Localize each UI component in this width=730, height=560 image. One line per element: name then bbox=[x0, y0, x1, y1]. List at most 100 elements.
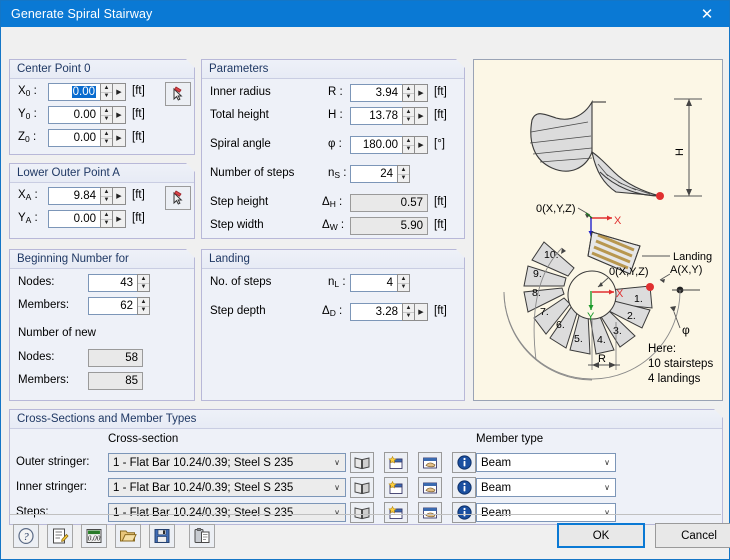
spinner-z0[interactable]: ▲ ▼ bbox=[100, 129, 113, 147]
combo-cross-section-inner-stringer[interactable]: 1 - Flat Bar 10.24/0.39; Steel S 235 ∨ bbox=[108, 478, 346, 497]
combo-cross-section-outer-stringer[interactable]: 1 - Flat Bar 10.24/0.39; Steel S 235 ∨ bbox=[108, 453, 346, 472]
combo-cross-section-outer-stringer-value: 1 - Flat Bar 10.24/0.39; Steel S 235 bbox=[113, 456, 294, 469]
more-button-spiral-angle[interactable]: ▶ bbox=[415, 136, 428, 154]
unit-y0: [ft] bbox=[132, 108, 145, 120]
input-landing-steps-text[interactable]: 4 bbox=[350, 274, 397, 292]
input-step-depth[interactable]: 3.28 ▲ ▼ ▶ bbox=[350, 303, 428, 321]
label-new-nodes: Nodes: bbox=[18, 351, 55, 363]
input-inner-radius-text[interactable]: 3.94 bbox=[350, 84, 402, 102]
input-begin-nodes-text[interactable]: 43 bbox=[88, 274, 137, 292]
more-button-step-depth[interactable]: ▶ bbox=[415, 303, 428, 321]
more-button-inner-radius[interactable]: ▶ bbox=[415, 84, 428, 102]
more-button-z0[interactable]: ▶ bbox=[113, 129, 126, 147]
combo-member-type-outer-stringer[interactable]: Beam ∨ bbox=[476, 453, 616, 472]
import-section-button-outer-stringer[interactable] bbox=[418, 452, 442, 473]
open-button[interactable] bbox=[115, 524, 141, 548]
input-y0-text[interactable]: 0.00 bbox=[48, 106, 100, 124]
input-landing-steps[interactable]: 4 ▲ ▼ bbox=[350, 274, 410, 292]
page-title: Generate Spiral Stairway bbox=[11, 7, 153, 21]
input-y0[interactable]: 0.00 ▲ ▼ ▶ bbox=[48, 106, 126, 124]
title-bar: Generate Spiral Stairway ✕ bbox=[1, 1, 729, 27]
input-spiral-angle[interactable]: 180.00 ▲ ▼ ▶ bbox=[350, 136, 428, 154]
input-xa[interactable]: 9.84 ▲ ▼ ▶ bbox=[48, 187, 126, 205]
more-button-xa[interactable]: ▶ bbox=[113, 187, 126, 205]
input-begin-members-text[interactable]: 62 bbox=[88, 297, 137, 315]
spinner-inner-radius[interactable]: ▲ ▼ bbox=[402, 84, 415, 102]
input-begin-members[interactable]: 62 ▲ ▼ bbox=[88, 297, 150, 315]
help-button[interactable]: ? bbox=[13, 524, 39, 548]
unit-total-height: [ft] bbox=[434, 109, 447, 121]
new-section-icon bbox=[388, 480, 403, 494]
label-y0: Y0 : bbox=[18, 108, 37, 121]
copy-button[interactable] bbox=[189, 524, 215, 548]
input-total-height[interactable]: 13.78 ▲ ▼ ▶ bbox=[350, 107, 428, 125]
svg-text:2.: 2. bbox=[627, 310, 636, 322]
spinner-begin-members[interactable]: ▲ ▼ bbox=[137, 297, 150, 315]
input-inner-radius[interactable]: 3.94 ▲ ▼ ▶ bbox=[350, 84, 428, 102]
pick-cursor-icon bbox=[173, 190, 183, 205]
input-number-of-steps-text[interactable]: 24 bbox=[350, 165, 397, 183]
svg-text:9.: 9. bbox=[533, 268, 542, 280]
symbol-step-width: ΔW : bbox=[322, 219, 345, 232]
import-section-icon bbox=[423, 457, 437, 468]
open-folder-icon bbox=[120, 530, 137, 542]
new-section-button-inner-stringer[interactable] bbox=[384, 477, 408, 498]
diagram-axis-x-3d: X bbox=[614, 215, 622, 227]
pick-outer-point-button[interactable] bbox=[165, 186, 191, 210]
input-number-of-steps[interactable]: 24 ▲ ▼ bbox=[350, 165, 410, 183]
info-button-outer-stringer[interactable] bbox=[452, 452, 476, 473]
spinner-ya[interactable]: ▲ ▼ bbox=[100, 210, 113, 228]
new-section-button-outer-stringer[interactable] bbox=[384, 452, 408, 473]
library-book-button-inner-stringer[interactable] bbox=[350, 477, 374, 498]
input-begin-nodes[interactable]: 43 ▲ ▼ bbox=[88, 274, 150, 292]
spinner-number-of-steps[interactable]: ▲ ▼ bbox=[397, 165, 410, 183]
library-book-button-outer-stringer[interactable] bbox=[350, 452, 374, 473]
symbol-landing-steps: nL : bbox=[328, 276, 346, 289]
cancel-button[interactable]: Cancel bbox=[655, 523, 730, 548]
edit-comment-button[interactable] bbox=[47, 524, 73, 548]
input-z0-text[interactable]: 0.00 bbox=[48, 129, 100, 147]
chevron-down-icon: ∨ bbox=[334, 483, 340, 492]
input-total-height-text[interactable]: 13.78 bbox=[350, 107, 402, 125]
input-ya-text[interactable]: 0.00 bbox=[48, 210, 100, 228]
combo-member-type-inner-stringer[interactable]: Beam ∨ bbox=[476, 478, 616, 497]
label-ya: YA : bbox=[18, 212, 38, 225]
label-step-width: Step width bbox=[210, 219, 264, 231]
units-button[interactable]: 0,00 bbox=[81, 524, 107, 548]
input-x0[interactable]: 0.00 ▲ ▼ ▶ bbox=[48, 83, 126, 101]
spinner-landing-steps[interactable]: ▲ ▼ bbox=[397, 274, 410, 292]
label-step-height: Step height bbox=[210, 196, 269, 208]
output-new-nodes: 58 bbox=[88, 349, 143, 367]
spinner-x0[interactable]: ▲ ▼ bbox=[100, 83, 113, 101]
save-button[interactable] bbox=[149, 524, 175, 548]
pick-center-point-button[interactable] bbox=[165, 82, 191, 106]
point-a-marker-plan bbox=[646, 283, 654, 291]
more-button-total-height[interactable]: ▶ bbox=[415, 107, 428, 125]
label-begin-nodes: Nodes: bbox=[18, 276, 55, 288]
input-xa-text[interactable]: 9.84 bbox=[48, 187, 100, 205]
input-x0-text[interactable]: 0.00 bbox=[48, 83, 100, 101]
input-z0[interactable]: 0.00 ▲ ▼ ▶ bbox=[48, 129, 126, 147]
spinner-spiral-angle[interactable]: ▲ ▼ bbox=[402, 136, 415, 154]
spinner-y0[interactable]: ▲ ▼ bbox=[100, 106, 113, 124]
spinner-step-depth[interactable]: ▲ ▼ bbox=[402, 303, 415, 321]
info-button-inner-stringer[interactable] bbox=[452, 477, 476, 498]
more-button-y0[interactable]: ▶ bbox=[113, 106, 126, 124]
close-icon[interactable]: ✕ bbox=[685, 1, 729, 27]
unit-spiral-angle: [°] bbox=[434, 138, 445, 150]
label-total-height: Total height bbox=[210, 109, 269, 121]
spinner-total-height[interactable]: ▲ ▼ bbox=[402, 107, 415, 125]
import-section-button-inner-stringer[interactable] bbox=[418, 477, 442, 498]
input-ya[interactable]: 0.00 ▲ ▼ ▶ bbox=[48, 210, 126, 228]
spinner-xa[interactable]: ▲ ▼ bbox=[100, 187, 113, 205]
ok-button[interactable]: OK bbox=[557, 523, 645, 548]
spinner-begin-nodes[interactable]: ▲ ▼ bbox=[137, 274, 150, 292]
group-title-parameters: Parameters bbox=[209, 63, 269, 75]
more-button-ya[interactable]: ▶ bbox=[113, 210, 126, 228]
combo-member-type-inner-stringer-value: Beam bbox=[481, 481, 512, 494]
info-icon bbox=[456, 455, 472, 470]
input-step-depth-text[interactable]: 3.28 bbox=[350, 303, 402, 321]
new-section-icon bbox=[388, 455, 403, 469]
more-button-x0[interactable]: ▶ bbox=[113, 83, 126, 101]
input-spiral-angle-text[interactable]: 180.00 bbox=[350, 136, 402, 154]
